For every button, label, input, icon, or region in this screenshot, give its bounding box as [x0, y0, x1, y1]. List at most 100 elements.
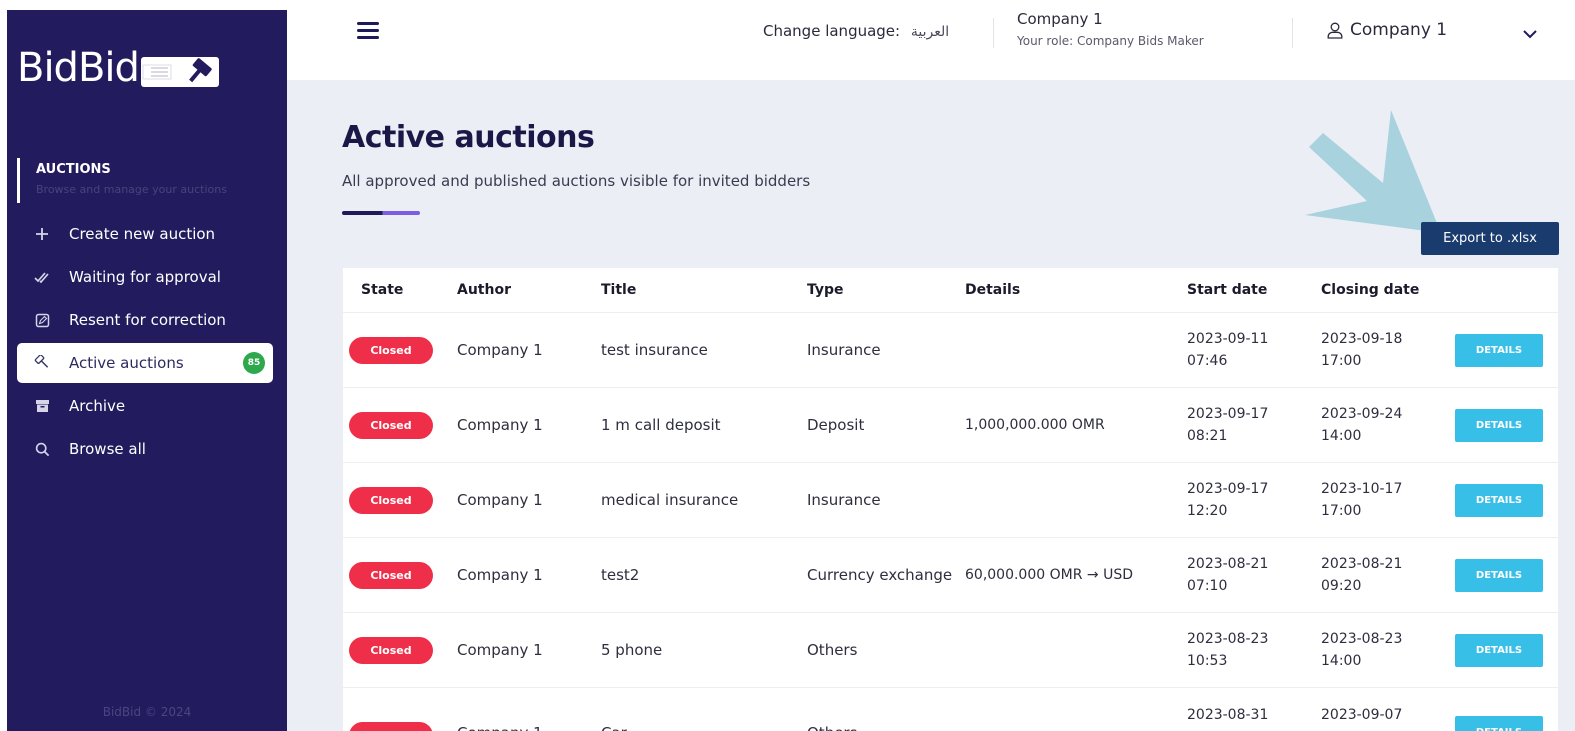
closing-date: 2023-09-24 — [1321, 406, 1403, 422]
details-button[interactable]: DETAILS — [1455, 333, 1543, 367]
closing-date: 2023-09-18 — [1321, 331, 1403, 347]
language-label: Change language: — [763, 22, 901, 40]
language-option-arabic[interactable]: العربية — [911, 24, 949, 40]
sidebar-item-archive[interactable]: Archive — [17, 386, 273, 426]
status-badge: Closed — [349, 411, 433, 439]
sidebar-item-resent-for-correction[interactable]: Resent for correction — [17, 300, 273, 340]
closing-date: 2023-09-07 — [1321, 707, 1403, 723]
sidebar-item-active-auctions[interactable]: Active auctions 85 — [17, 343, 273, 383]
details-button[interactable]: DETAILS — [1455, 483, 1543, 517]
author-cell: Company 1 — [457, 704, 601, 731]
state-cell: Closed — [343, 636, 457, 664]
start-date: 2023-09-11 — [1187, 331, 1269, 347]
start-date: 2023-08-21 — [1187, 556, 1269, 572]
type-cell: Currency exchange — [807, 566, 953, 584]
user-name: Company 1 — [1350, 20, 1448, 40]
sidebar: BidBid AUCTIONS Browse and manage your a… — [7, 10, 287, 731]
chevron-down-icon[interactable] — [1522, 24, 1538, 43]
page-subtitle: All approved and published auctions visi… — [342, 172, 811, 190]
column-header-closing-date[interactable]: Closing date — [1321, 279, 1455, 301]
start-date-cell: 2023-08-21 07:10 — [1187, 553, 1321, 597]
sidebar-section-title: AUCTIONS — [36, 162, 111, 177]
column-header-type[interactable]: Type — [807, 282, 965, 298]
sidebar-item-label: Waiting for approval — [69, 268, 221, 286]
column-header-start-date[interactable]: Start date — [1187, 279, 1321, 301]
search-icon — [33, 440, 51, 458]
sidebar-section-header: AUCTIONS Browse and manage your auctions — [17, 158, 227, 203]
start-date-cell: 2023-08-31 — [1187, 704, 1321, 726]
actions-cell: DETAILS — [1455, 558, 1555, 592]
table-header: State Author Title Type Details Start da… — [343, 268, 1558, 313]
actions-cell: DETAILS — [1455, 408, 1555, 442]
language-switcher[interactable]: Change language: العربية — [763, 22, 949, 40]
user-icon — [1327, 22, 1343, 39]
closing-date-cell: 2023-10-17 17:00 — [1321, 478, 1455, 522]
type-cell: Insurance — [807, 341, 881, 359]
start-date: 2023-08-23 — [1187, 631, 1269, 647]
status-badge: Closed — [349, 561, 433, 589]
start-time: 12:20 — [1187, 503, 1228, 519]
main-content: Active auctions All approved and publish… — [287, 80, 1575, 731]
details-button[interactable]: DETAILS — [1455, 558, 1543, 592]
actions-cell: DETAILS — [1455, 633, 1555, 667]
details-button[interactable]: DETAILS — [1455, 408, 1543, 442]
details-button[interactable]: DETAILS — [1455, 633, 1543, 667]
hamburger-menu-icon[interactable] — [357, 22, 379, 40]
actions-cell: DETAILS — [1455, 704, 1555, 731]
app-page: BidBid AUCTIONS Browse and manage your a… — [0, 0, 1575, 731]
title-cell: medical insurance — [601, 491, 739, 509]
sidebar-item-label: Active auctions — [69, 354, 184, 372]
status-badge: Closed — [349, 636, 433, 664]
closing-date: 2023-08-23 — [1321, 631, 1403, 647]
start-time: 10:53 — [1187, 653, 1228, 669]
company-role: Your role: Company Bids Maker — [1017, 34, 1204, 48]
sidebar-item-waiting-for-approval[interactable]: Waiting for approval — [17, 257, 273, 297]
divider — [993, 18, 994, 48]
closing-time: 14:00 — [1321, 428, 1362, 444]
column-header-title[interactable]: Title — [601, 282, 807, 298]
active-auctions-count-badge: 85 — [243, 352, 265, 374]
column-header-author[interactable]: Author — [457, 282, 601, 298]
closing-date: 2023-08-21 — [1321, 556, 1403, 572]
type-cell: Others — [807, 641, 858, 659]
column-header-state[interactable]: State — [343, 282, 457, 298]
author-cell: Company 1 — [457, 641, 543, 659]
table-row: Closed Company 1 medical insurance Insur… — [343, 463, 1558, 538]
table-row: Closed Company 1 test insurance Insuranc… — [343, 313, 1558, 388]
closing-date-cell: 2023-09-18 17:00 — [1321, 328, 1455, 372]
title-underline — [342, 211, 420, 215]
logo-text: BidBid — [17, 45, 140, 91]
title-cell: Car — [601, 704, 807, 731]
state-cell: Closed — [343, 486, 457, 514]
user-menu[interactable]: Company 1 — [1327, 20, 1447, 40]
start-date-cell: 2023-09-11 07:46 — [1187, 328, 1321, 372]
status-badge: Closed — [349, 722, 433, 731]
closing-date: 2023-10-17 — [1321, 481, 1403, 497]
start-date: 2023-08-31 — [1187, 707, 1269, 723]
page-title: Active auctions — [342, 120, 595, 155]
sidebar-item-create-new-auction[interactable]: Create new auction — [17, 214, 273, 254]
check-double-icon — [33, 268, 51, 286]
actions-cell: DETAILS — [1455, 483, 1555, 517]
start-date: 2023-09-17 — [1187, 406, 1269, 422]
details-button[interactable]: DETAILS — [1455, 716, 1543, 731]
start-date-cell: 2023-08-23 10:53 — [1187, 628, 1321, 672]
start-time: 07:46 — [1187, 353, 1228, 369]
closing-date-cell: 2023-09-24 14:00 — [1321, 403, 1455, 447]
logo[interactable]: BidBid — [17, 45, 219, 91]
start-date-cell: 2023-09-17 08:21 — [1187, 403, 1321, 447]
type-cell: Insurance — [807, 491, 881, 509]
column-header-details[interactable]: Details — [965, 282, 1187, 298]
start-date-cell: 2023-09-17 12:20 — [1187, 478, 1321, 522]
export-xlsx-button[interactable]: Export to .xlsx — [1421, 222, 1559, 255]
closing-time: 17:00 — [1321, 503, 1362, 519]
state-cell: Closed — [343, 704, 457, 731]
start-date: 2023-09-17 — [1187, 481, 1269, 497]
start-time: 07:10 — [1187, 578, 1228, 594]
title-cell: test insurance — [601, 341, 708, 359]
actions-cell: DETAILS — [1455, 333, 1555, 367]
sidebar-menu: Create new auction Waiting for approval … — [17, 214, 273, 472]
sidebar-item-label: Resent for correction — [69, 311, 226, 329]
sidebar-item-browse-all[interactable]: Browse all — [17, 429, 273, 469]
start-time: 08:21 — [1187, 428, 1228, 444]
